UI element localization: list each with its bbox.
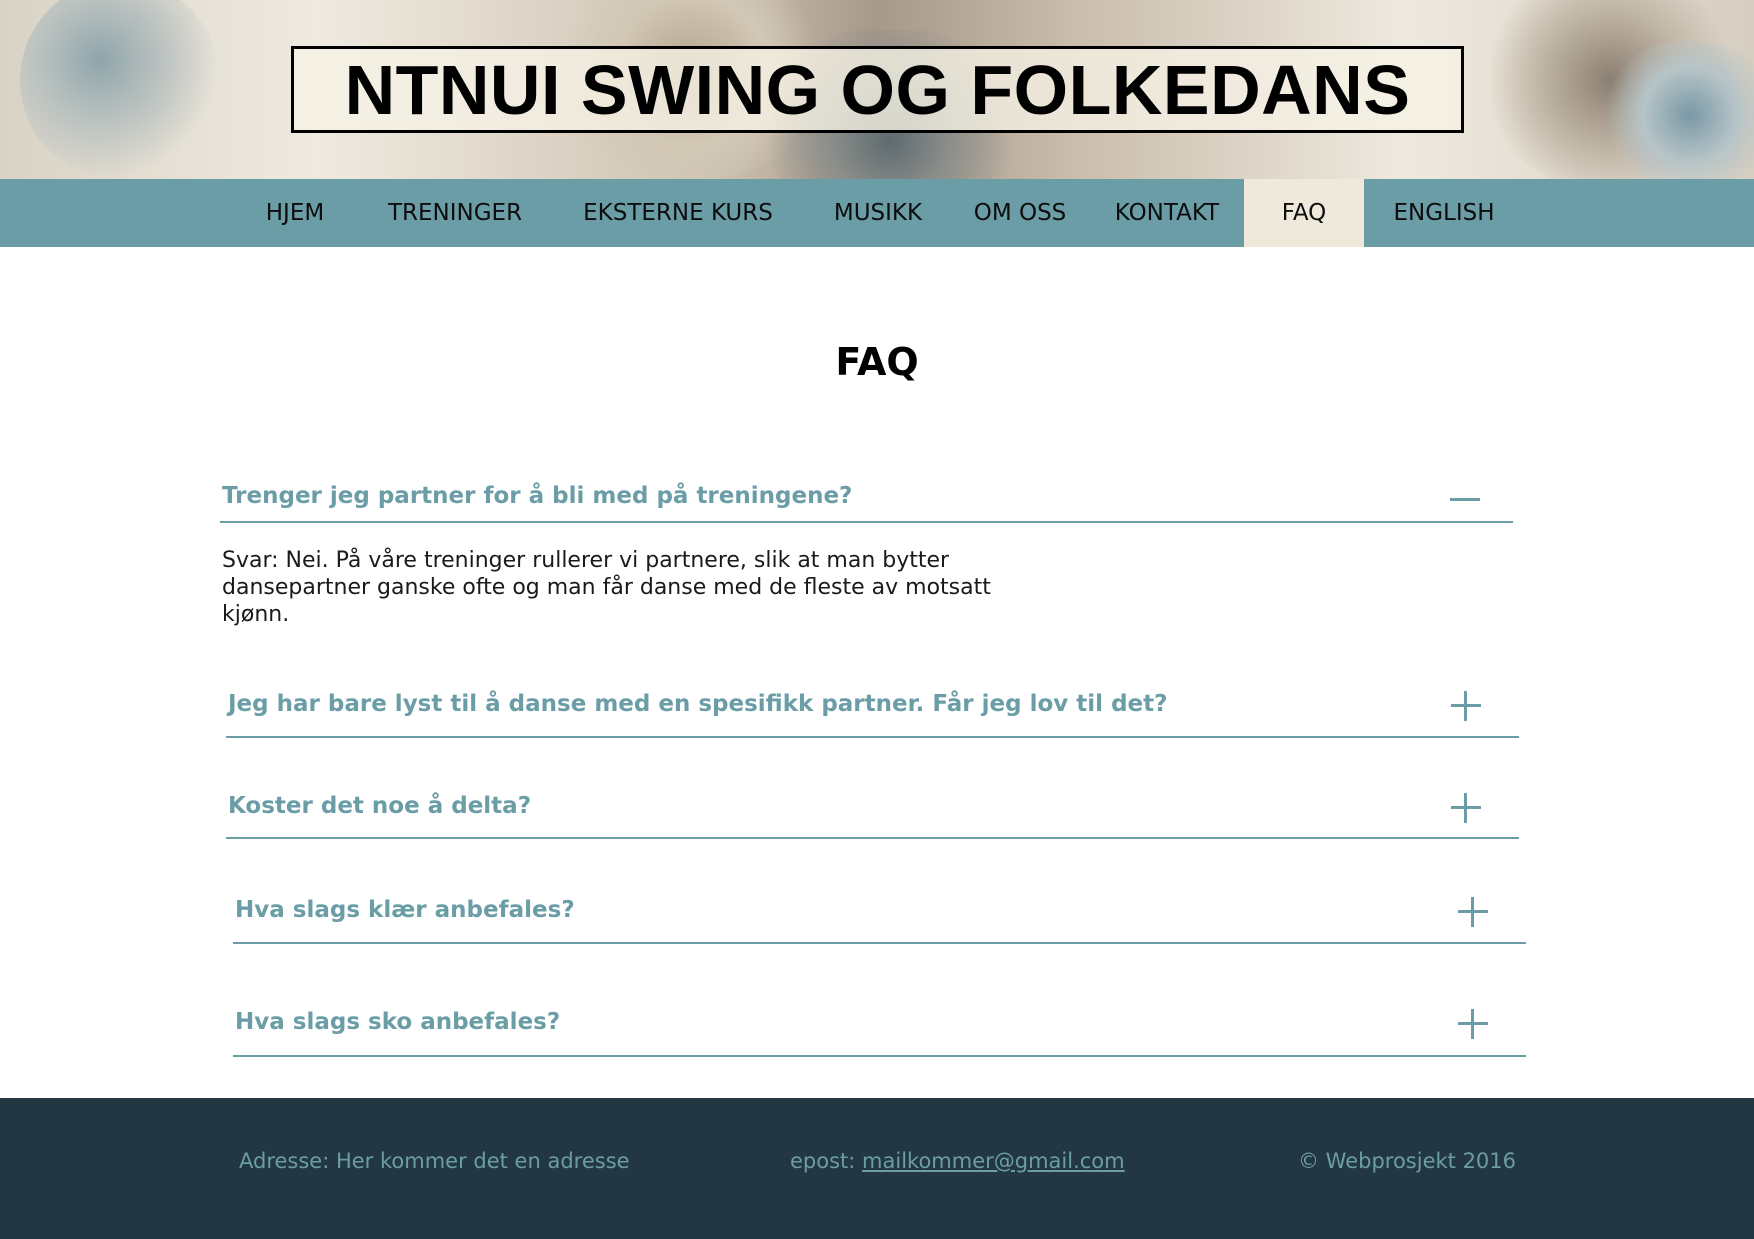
minus-icon-bar (1450, 498, 1480, 501)
faq-question-text: Hva slags sko anbefales? (235, 1009, 561, 1035)
minus-icon[interactable] (1450, 483, 1480, 513)
nav-item-treninger[interactable]: TRENINGER (361, 179, 549, 247)
faq-question-text: Trenger jeg partner for å bli med på tre… (222, 483, 853, 509)
faq-question-specific-partner[interactable]: Jeg har bare lyst til å danse med en spe… (226, 691, 1519, 738)
plus-icon-bar-v (1471, 897, 1474, 927)
footer-email: epost: mailkommer@gmail.com (790, 1149, 1125, 1173)
footer-email-link[interactable]: mailkommer@gmail.com (862, 1149, 1125, 1173)
faq-question-clothes[interactable]: Hva slags klær anbefales? (233, 897, 1526, 944)
footer-copyright: © Webprosjekt 2016 (1298, 1149, 1517, 1173)
plus-icon[interactable] (1451, 793, 1481, 823)
site-title-box: NTNUI SWING OG FOLKEDANS (291, 46, 1464, 133)
faq-question-text: Jeg har bare lyst til å danse med en spe… (228, 691, 1168, 717)
nav-item-eksterne-kurs[interactable]: EKSTERNE KURS (556, 179, 800, 247)
faq-question-shoes[interactable]: Hva slags sko anbefales? (233, 1009, 1526, 1057)
plus-icon-bar-v (1464, 793, 1467, 823)
faq-question-partner[interactable]: Trenger jeg partner for å bli med på tre… (220, 483, 1513, 523)
plus-icon[interactable] (1451, 691, 1481, 721)
footer-address: Adresse: Her kommer det en adresse (239, 1149, 630, 1173)
footer-email-label: epost: (790, 1149, 863, 1173)
nav-item-hjem[interactable]: HJEM (229, 179, 361, 247)
plus-icon-bar-v (1464, 691, 1467, 721)
plus-icon-bar-v (1471, 1009, 1474, 1039)
nav-item-faq[interactable]: FAQ (1244, 179, 1364, 247)
faq-question-text: Hva slags klær anbefales? (235, 897, 575, 923)
nav-item-kontakt[interactable]: KONTAKT (1093, 179, 1241, 247)
nav-item-musikk[interactable]: MUSIKK (808, 179, 948, 247)
faq-question-text: Koster det noe å delta? (228, 793, 532, 819)
page-title: FAQ (835, 340, 919, 384)
header-banner: NTNUI SWING OG FOLKEDANS (0, 0, 1754, 179)
nav-item-english[interactable]: ENGLISH (1366, 179, 1522, 247)
plus-icon[interactable] (1458, 1009, 1488, 1039)
site-title: NTNUI SWING OG FOLKEDANS (344, 50, 1411, 129)
main-nav: HJEM TRENINGER EKSTERNE KURS MUSIKK OM O… (0, 179, 1754, 247)
banner-dancer-image (20, 0, 220, 179)
footer: Adresse: Her kommer det en adresse epost… (0, 1098, 1754, 1239)
faq-answer-text: Svar: Nei. På våre treninger rullerer vi… (222, 548, 991, 627)
nav-item-om-oss[interactable]: OM OSS (950, 179, 1090, 247)
faq-question-cost[interactable]: Koster det noe å delta? (226, 793, 1519, 839)
plus-icon[interactable] (1458, 897, 1488, 927)
